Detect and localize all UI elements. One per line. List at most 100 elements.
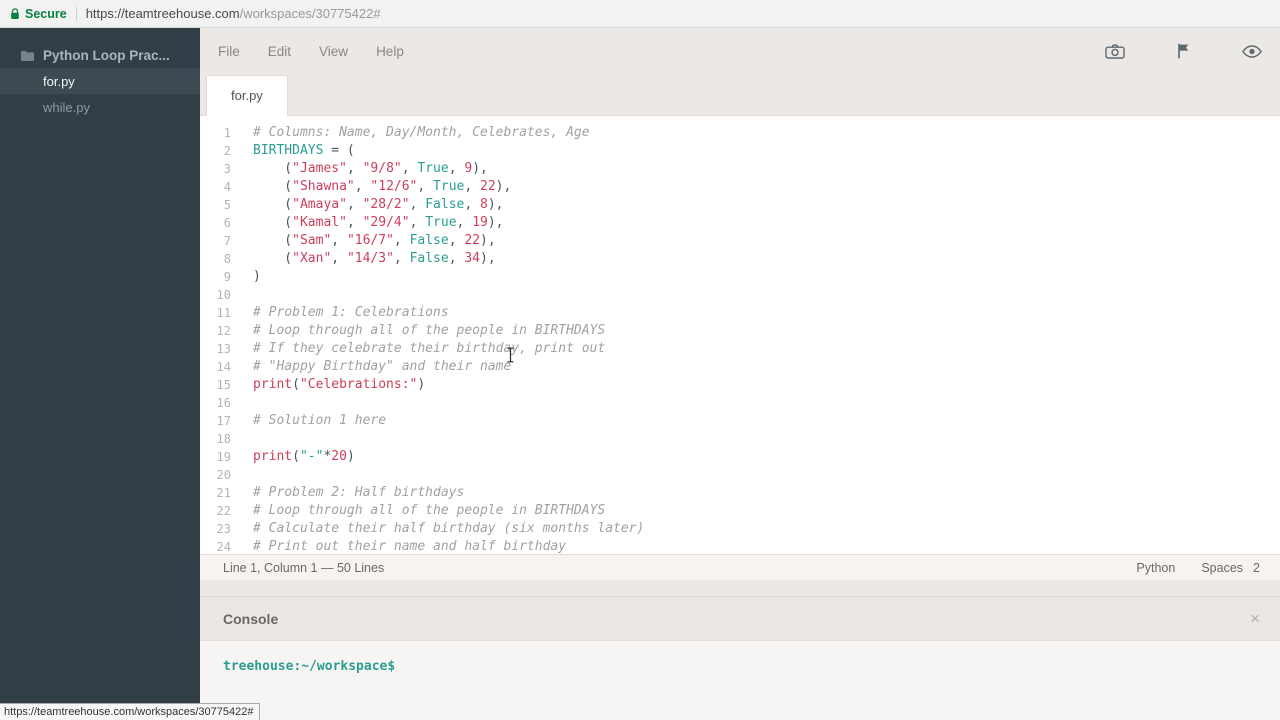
sidebar-file-while.py[interactable]: while.py xyxy=(0,94,200,120)
file-sidebar: Python Loop Prac... for.pywhile.py xyxy=(0,28,200,720)
spaces-value: 2 xyxy=(1253,561,1260,575)
main-panel: File Edit View Help for.py 1# Columns: Name… xyxy=(200,28,1280,720)
line-number: 10 xyxy=(200,286,240,304)
code-text: BIRTHDAYS = ( xyxy=(240,142,355,160)
run-flag-icon[interactable] xyxy=(1177,43,1190,59)
code-line: 5 ("Amaya", "28/2", False, 8), xyxy=(200,196,1280,214)
browser-bar: Secure https://teamtreehouse.com/workspa… xyxy=(0,0,1280,28)
tab-bar: for.py xyxy=(200,74,1280,116)
code-line: 12# Loop through all of the people in BI… xyxy=(200,322,1280,340)
preview-eye-icon[interactable] xyxy=(1242,45,1262,58)
code-line: 8 ("Xan", "14/3", False, 34), xyxy=(200,250,1280,268)
line-number: 14 xyxy=(200,358,240,376)
code-line: 13# If they celebrate their birthday, pr… xyxy=(200,340,1280,358)
menu-items: File Edit View Help xyxy=(218,44,404,59)
line-number: 3 xyxy=(200,160,240,178)
line-number: 11 xyxy=(200,304,240,322)
code-line: 7 ("Sam", "16/7", False, 22), xyxy=(200,232,1280,250)
menu-item-view[interactable]: View xyxy=(319,44,348,59)
code-line: 3 ("James", "9/8", True, 9), xyxy=(200,160,1280,178)
lock-icon xyxy=(10,8,20,20)
snapshot-camera-icon[interactable] xyxy=(1105,44,1125,59)
console-title: Console xyxy=(223,611,278,627)
code-line: 9) xyxy=(200,268,1280,286)
code-text: ("Shawna", "12/6", True, 22), xyxy=(240,178,511,196)
code-line: 24# Print out their name and half birthd… xyxy=(200,538,1280,554)
console-terminal[interactable]: treehouse:~/workspace$ xyxy=(200,641,1280,720)
code-text xyxy=(240,466,253,484)
address-bar[interactable]: https://teamtreehouse.com/workspaces/307… xyxy=(86,6,381,21)
code-text: # Loop through all of the people in BIRT… xyxy=(240,502,605,520)
sidebar-project-row[interactable]: Python Loop Prac... xyxy=(0,42,200,68)
line-number: 21 xyxy=(200,484,240,502)
code-line: 20 xyxy=(200,466,1280,484)
code-line: 11# Problem 1: Celebrations xyxy=(200,304,1280,322)
line-number: 5 xyxy=(200,196,240,214)
sidebar-file-for.py[interactable]: for.py xyxy=(0,68,200,94)
editor-status-bar: Line 1, Column 1 — 50 Lines Python Space… xyxy=(200,554,1280,580)
menu-item-edit[interactable]: Edit xyxy=(268,44,291,59)
code-line: 18 xyxy=(200,430,1280,448)
code-text: ) xyxy=(240,268,261,286)
line-number: 18 xyxy=(200,430,240,448)
indent-indicator[interactable]: Spaces 2 xyxy=(1201,561,1260,575)
tab-label: for.py xyxy=(231,88,263,103)
code-area[interactable]: 1# Columns: Name, Day/Month, Celebrates,… xyxy=(200,116,1280,554)
code-text xyxy=(240,394,253,412)
code-text: # Solution 1 here xyxy=(240,412,386,430)
console-panel: Console × treehouse:~/workspace$ xyxy=(200,596,1280,720)
line-number: 13 xyxy=(200,340,240,358)
line-number: 1 xyxy=(200,124,240,142)
text-cursor xyxy=(506,347,515,368)
line-number: 20 xyxy=(200,466,240,484)
code-text: ("Sam", "16/7", False, 22), xyxy=(240,232,496,250)
secure-label: Secure xyxy=(25,7,67,21)
language-indicator[interactable]: Python xyxy=(1136,561,1175,575)
menu-bar: File Edit View Help xyxy=(200,28,1280,74)
code-line: 21# Problem 2: Half birthdays xyxy=(200,484,1280,502)
link-status-tooltip: https://teamtreehouse.com/workspaces/307… xyxy=(0,703,260,720)
tab-for-py[interactable]: for.py xyxy=(206,75,288,116)
console-close-icon[interactable]: × xyxy=(1250,610,1260,627)
line-number: 8 xyxy=(200,250,240,268)
code-text: # Problem 2: Half birthdays xyxy=(240,484,464,502)
line-number: 24 xyxy=(200,538,240,554)
code-line: 2BIRTHDAYS = ( xyxy=(200,142,1280,160)
line-number: 7 xyxy=(200,232,240,250)
code-line: 1# Columns: Name, Day/Month, Celebrates,… xyxy=(200,124,1280,142)
code-text: ("Xan", "14/3", False, 34), xyxy=(240,250,496,268)
code-text: print("Celebrations:") xyxy=(240,376,425,394)
code-text: # Columns: Name, Day/Month, Celebrates, … xyxy=(240,124,590,142)
line-number: 17 xyxy=(200,412,240,430)
code-text: ("Kamal", "29/4", True, 19), xyxy=(240,214,504,232)
code-text: # Print out their name and half birthday xyxy=(240,538,566,554)
code-line: 23# Calculate their half birthday (six m… xyxy=(200,520,1280,538)
code-line: 19print("-"*20) xyxy=(200,448,1280,466)
code-text: # Calculate their half birthday (six mon… xyxy=(240,520,644,538)
code-text xyxy=(240,430,253,448)
code-text: # If they celebrate their birthday, prin… xyxy=(240,340,605,358)
code-line: 17# Solution 1 here xyxy=(200,412,1280,430)
project-name: Python Loop Prac... xyxy=(43,48,170,63)
menu-item-file[interactable]: File xyxy=(218,44,240,59)
url-path: /workspaces/30775422# xyxy=(240,6,381,21)
secure-badge[interactable]: Secure xyxy=(10,7,67,21)
code-line: 14# "Happy Birthday" and their name xyxy=(200,358,1280,376)
code-text: print("-"*20) xyxy=(240,448,355,466)
code-line: 22# Loop through all of the people in BI… xyxy=(200,502,1280,520)
line-number: 22 xyxy=(200,502,240,520)
console-header: Console × xyxy=(200,597,1280,641)
line-number: 19 xyxy=(200,448,240,466)
folder-icon xyxy=(21,50,34,61)
code-line: 15print("Celebrations:") xyxy=(200,376,1280,394)
menu-item-help[interactable]: Help xyxy=(376,44,404,59)
bar-divider xyxy=(76,7,77,21)
code-line: 10 xyxy=(200,286,1280,304)
code-line: 6 ("Kamal", "29/4", True, 19), xyxy=(200,214,1280,232)
line-number: 9 xyxy=(200,268,240,286)
line-number: 6 xyxy=(200,214,240,232)
tooltip-url: https://teamtreehouse.com/workspaces/307… xyxy=(4,706,253,718)
code-text: # Problem 1: Celebrations xyxy=(240,304,449,322)
code-text xyxy=(240,286,253,304)
code-text: # "Happy Birthday" and their name xyxy=(240,358,511,376)
